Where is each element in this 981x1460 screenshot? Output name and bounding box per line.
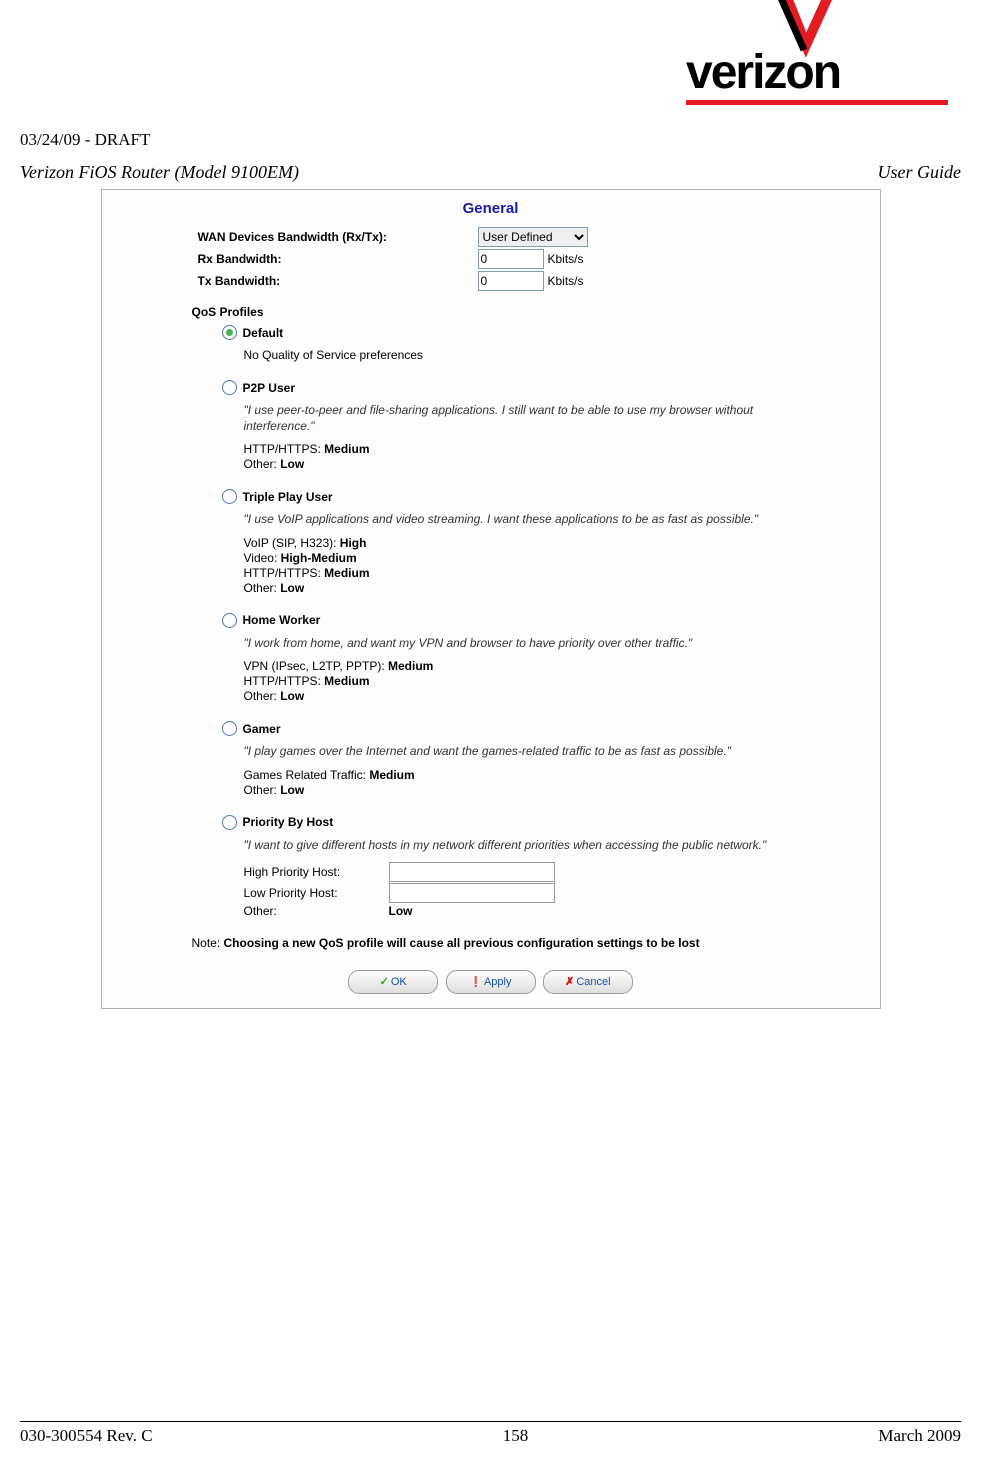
wan-bandwidth-label: WAN Devices Bandwidth (Rx/Tx):: [198, 230, 478, 244]
draft-date: 03/24/09 - DRAFT: [20, 130, 961, 150]
profile-priority-desc: "I want to give different hosts in my ne…: [244, 838, 804, 854]
product-title: Verizon FiOS Router (Model 9100EM): [20, 162, 299, 183]
pin-icon: ❗: [470, 977, 482, 988]
qos-profiles-header: QoS Profiles: [192, 305, 872, 319]
radio-triple[interactable]: [222, 489, 237, 504]
rx-bandwidth-input[interactable]: [478, 249, 544, 269]
high-priority-host-input[interactable]: [389, 862, 555, 882]
other-value: Low: [389, 904, 413, 918]
profile-p2p: P2P User "I use peer-to-peer and file-sh…: [222, 380, 872, 471]
radio-p2p[interactable]: [222, 380, 237, 395]
tx-bandwidth-input[interactable]: [478, 271, 544, 291]
profile-priority-name: Priority By Host: [243, 815, 334, 829]
check-icon: ✓: [380, 976, 389, 988]
profile-triple-name: Triple Play User: [243, 490, 333, 504]
general-panel: General WAN Devices Bandwidth (Rx/Tx): U…: [101, 189, 881, 1009]
profile-triple-play: Triple Play User "I use VoIP application…: [222, 489, 872, 595]
radio-gamer[interactable]: [222, 721, 237, 736]
qos-note: Note: Choosing a new QoS profile will ca…: [192, 936, 872, 950]
profile-home-desc: "I work from home, and want my VPN and b…: [244, 636, 804, 652]
profile-default: Default No Quality of Service preference…: [222, 325, 872, 362]
ok-button[interactable]: ✓OK: [348, 970, 438, 994]
rx-units: Kbits/s: [548, 252, 584, 266]
apply-button[interactable]: ❗Apply: [446, 970, 536, 994]
rx-bandwidth-label: Rx Bandwidth:: [198, 252, 478, 266]
verizon-logo: verizon: [686, 0, 956, 100]
wan-bandwidth-select[interactable]: User Defined: [478, 227, 588, 247]
tx-bandwidth-label: Tx Bandwidth:: [198, 274, 478, 288]
tx-units: Kbits/s: [548, 274, 584, 288]
cancel-button[interactable]: ✗Cancel: [543, 970, 633, 994]
profile-priority-host: Priority By Host "I want to give differe…: [222, 815, 872, 918]
profile-gamer-desc: "I play games over the Internet and want…: [244, 744, 804, 760]
logo-wordmark: verizon: [686, 45, 840, 100]
profile-p2p-desc: "I use peer-to-peer and file-sharing app…: [244, 403, 804, 434]
panel-title: General: [110, 200, 872, 217]
profile-default-name: Default: [243, 326, 284, 340]
radio-default[interactable]: [222, 325, 237, 340]
radio-home[interactable]: [222, 613, 237, 628]
profile-gamer-name: Gamer: [243, 722, 281, 736]
footer-doc-number: 030-300554 Rev. C: [20, 1426, 153, 1446]
other-label: Other:: [244, 904, 389, 918]
footer-page-number: 158: [503, 1426, 529, 1446]
x-icon: ✗: [565, 976, 574, 988]
doc-type: User Guide: [878, 162, 962, 183]
high-priority-host-label: High Priority Host:: [244, 865, 389, 879]
radio-priority[interactable]: [222, 815, 237, 830]
low-priority-host-input[interactable]: [389, 883, 555, 903]
profile-home-name: Home Worker: [243, 613, 321, 627]
profile-gamer: Gamer "I play games over the Internet an…: [222, 721, 872, 797]
profile-default-desc: No Quality of Service preferences: [244, 348, 872, 362]
profile-triple-desc: "I use VoIP applications and video strea…: [244, 512, 804, 528]
profile-p2p-name: P2P User: [243, 381, 295, 395]
profile-home-worker: Home Worker "I work from home, and want …: [222, 613, 872, 704]
footer-date: March 2009: [878, 1426, 961, 1446]
low-priority-host-label: Low Priority Host:: [244, 886, 389, 900]
